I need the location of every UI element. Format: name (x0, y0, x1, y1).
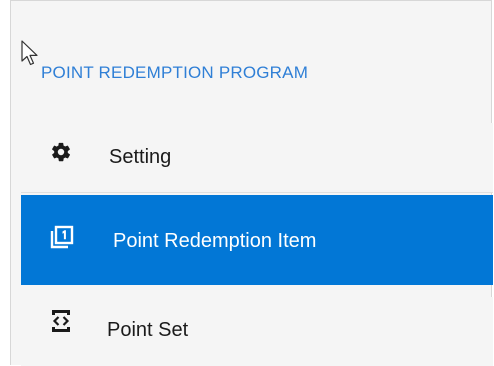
code-brackets-icon (50, 309, 72, 333)
sidebar-item-label: Point Redemption Item (113, 230, 317, 252)
sidebar-item-point-redemption-item[interactable]: Point Redemption Item (21, 195, 493, 285)
sidebar-item-label: Setting (109, 146, 172, 168)
sidebar-item-label: Point Set (107, 319, 189, 341)
gear-icon (50, 141, 72, 163)
sidebar-item-point-set[interactable]: Point Set (21, 297, 493, 366)
numbered-pages-icon (50, 225, 74, 249)
sidebar-item-setting[interactable]: Setting (21, 123, 493, 193)
sidebar-panel: POINT REDEMPTION PROGRAM Setting Point R… (10, 0, 493, 366)
mouse-pointer-icon (21, 40, 39, 66)
section-title: POINT REDEMPTION PROGRAM (41, 63, 309, 82)
